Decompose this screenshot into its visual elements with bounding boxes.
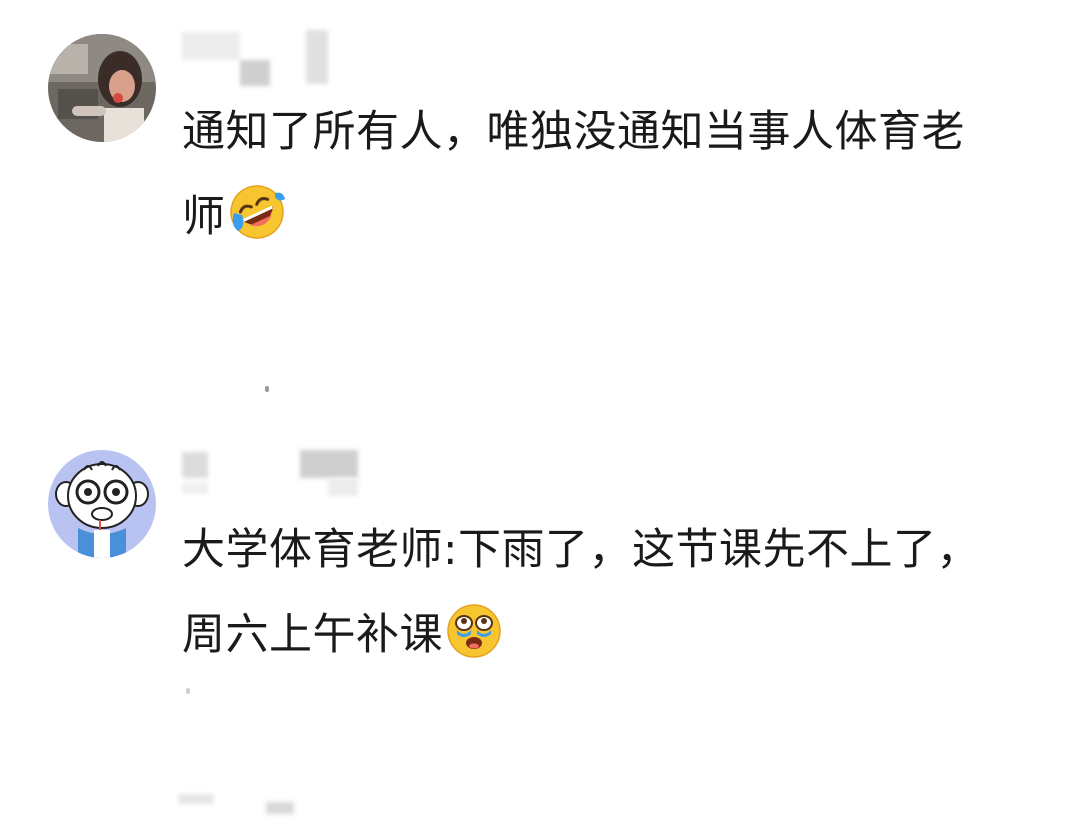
user-avatar-1[interactable] [48,34,156,142]
comment-line: 大学体育老师:下雨了，这节课先不上了， [182,525,980,575]
cartoon-avatar-icon [48,450,156,558]
comment-text-1: 通知了所有人，唯独没通知当事人体育老 师 [182,90,1022,260]
avatar-photo-icon [48,34,156,142]
comment-line: 周六上午补课 [182,593,1022,678]
separator-dot [186,688,190,694]
separator-dot [265,386,269,392]
comment-line: 师 [182,175,1022,260]
loudly-crying-face-icon [445,601,503,659]
username-blurred [182,446,362,506]
comment-line: 通知了所有人，唯独没通知当事人体育老 [182,107,965,157]
user-avatar-2[interactable] [48,450,156,558]
comment-text-2: 大学体育老师:下雨了，这节课先不上了， 周六上午补课 [182,508,1022,678]
rolling-on-floor-laughing-icon [228,183,286,241]
username-blurred [178,790,318,820]
username-blurred [182,30,362,90]
